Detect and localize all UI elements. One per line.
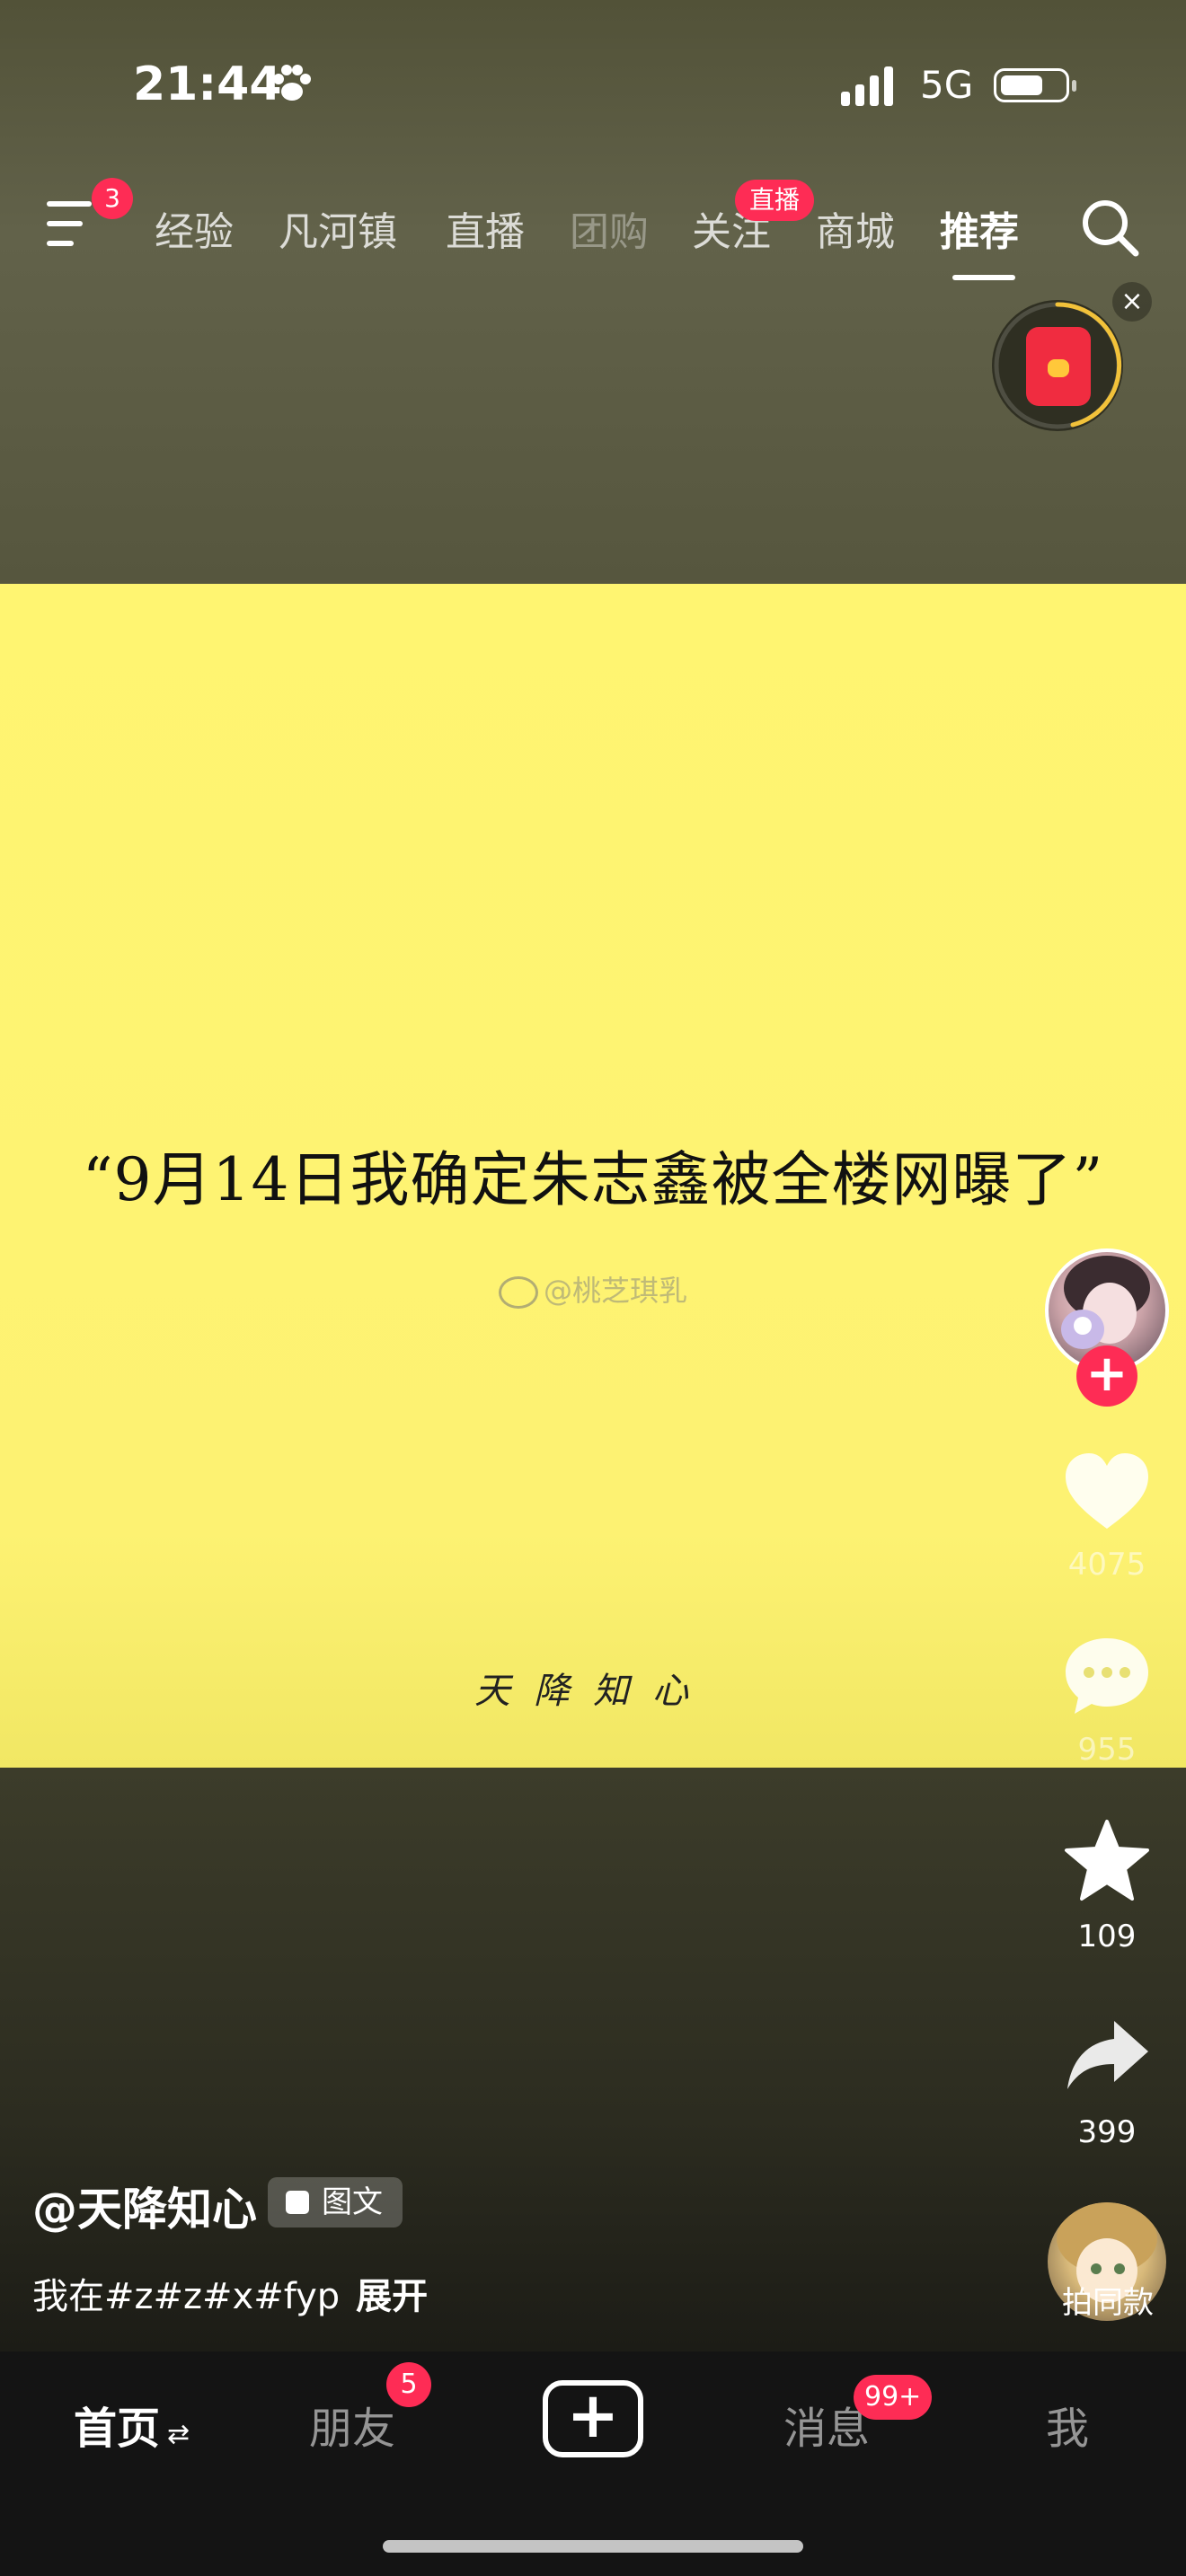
- create-button[interactable]: +: [543, 2380, 643, 2457]
- status-time: 21:44: [133, 57, 282, 111]
- nav-home-label: 首页: [74, 2404, 161, 2454]
- handwritten-signature: 天降知心: [474, 1671, 712, 1712]
- friends-badge: 5: [386, 2362, 431, 2407]
- red-envelope-icon: [1026, 327, 1091, 406]
- messages-badge: 99+: [854, 2375, 933, 2420]
- paw-icon: [273, 65, 311, 101]
- home-indicator[interactable]: [383, 2540, 803, 2553]
- favorite-count: 109: [1077, 1919, 1137, 1954]
- image-post-icon: [286, 2190, 309, 2214]
- share-count: 399: [1077, 2114, 1137, 2150]
- network-type: 5G: [920, 63, 974, 107]
- heart-icon[interactable]: [1062, 1448, 1152, 1534]
- menu-badge: 3: [92, 178, 133, 219]
- nav-me[interactable]: 我: [1046, 2393, 1089, 2456]
- description-text[interactable]: 我在#z#z#x#fyp: [32, 2276, 340, 2317]
- comment-count: 955: [1077, 1732, 1137, 1768]
- star-icon[interactable]: [1062, 1818, 1152, 1904]
- nav-home[interactable]: 首页 ⇄: [74, 2393, 190, 2456]
- nav-friends[interactable]: 朋友: [309, 2393, 395, 2456]
- menu-button[interactable]: [47, 201, 101, 248]
- tab-live[interactable]: 直播: [446, 199, 525, 257]
- post-quote: “9月14日我确定朱志鑫被全楼网曝了”: [82, 1145, 1104, 1214]
- watermark-text: @桃芝琪乳: [543, 1274, 687, 1308]
- post-type-tag: 图文: [268, 2177, 403, 2228]
- tab-mall[interactable]: 商城: [816, 199, 895, 257]
- red-packet-button[interactable]: [992, 300, 1123, 431]
- author-name[interactable]: @天降知心: [32, 2174, 257, 2238]
- tab-recommend[interactable]: 推荐: [940, 199, 1019, 257]
- switch-icon: ⇄: [167, 2419, 190, 2450]
- background-bottom: [0, 1768, 1186, 2351]
- share-icon[interactable]: [1062, 2014, 1152, 2100]
- signal-icon: [841, 66, 893, 106]
- video-feed-screen: “9月14日我确定朱志鑫被全楼网曝了” @桃芝琪乳 天降知心 21:44 5G …: [0, 0, 1186, 2576]
- comment-icon[interactable]: [1062, 1633, 1152, 1719]
- tab-group-buy[interactable]: 团购: [570, 199, 649, 257]
- close-icon[interactable]: ×: [1112, 282, 1152, 322]
- battery-icon: [994, 68, 1076, 102]
- expand-button[interactable]: 展开: [356, 2276, 428, 2317]
- image-watermark: @桃芝琪乳: [0, 1268, 1186, 1310]
- follow-button[interactable]: +: [1076, 1345, 1137, 1407]
- same-style-label[interactable]: 拍同款: [1024, 2278, 1186, 2322]
- search-icon[interactable]: [1078, 196, 1141, 259]
- post-description: 我在#z#z#x#fyp 展开: [32, 2267, 428, 2319]
- active-tab-indicator: [952, 275, 1015, 280]
- post-image[interactable]: “9月14日我确定朱志鑫被全楼网曝了” @桃芝琪乳 天降知心: [0, 584, 1186, 1768]
- post-type-label: 图文: [322, 2184, 383, 2220]
- tab-experience[interactable]: 经验: [155, 199, 234, 257]
- live-badge: 直播: [735, 180, 815, 221]
- weibo-icon: [498, 1276, 538, 1309]
- like-count: 4075: [1067, 1547, 1146, 1583]
- tab-fanhe-town[interactable]: 凡河镇: [279, 199, 397, 257]
- status-bar: 21:44 5G: [0, 0, 1186, 171]
